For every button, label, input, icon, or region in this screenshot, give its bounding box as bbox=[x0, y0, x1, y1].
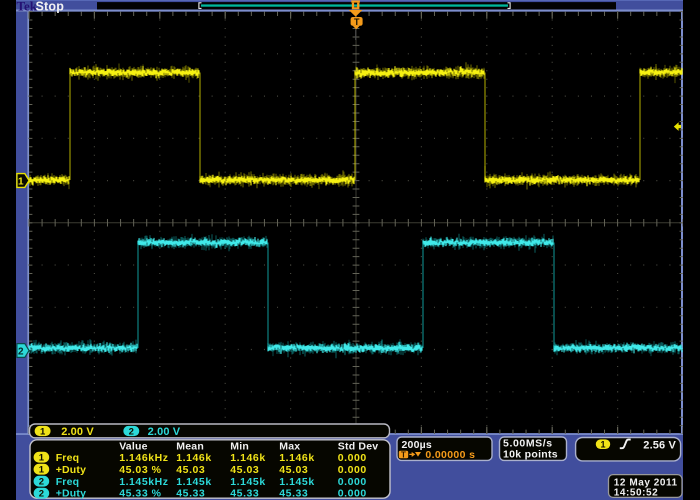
svg-text:1.146k: 1.146k bbox=[279, 452, 314, 464]
svg-text:2.00 V: 2.00 V bbox=[61, 426, 94, 438]
svg-text:10k points: 10k points bbox=[503, 448, 558, 460]
svg-text:Min: Min bbox=[230, 440, 249, 452]
svg-text:45.33: 45.33 bbox=[230, 488, 259, 500]
svg-text:0.00000 s: 0.00000 s bbox=[425, 449, 475, 461]
svg-text:14:50:52: 14:50:52 bbox=[614, 488, 658, 499]
svg-text:1: 1 bbox=[40, 426, 46, 437]
svg-text:Mean: Mean bbox=[176, 440, 204, 452]
svg-text:1.145kHz: 1.145kHz bbox=[119, 476, 168, 488]
svg-text:2.00 V: 2.00 V bbox=[148, 426, 181, 438]
svg-text:0.000: 0.000 bbox=[338, 452, 367, 464]
svg-text:45.03 %: 45.03 % bbox=[119, 464, 161, 476]
svg-text:2: 2 bbox=[129, 426, 134, 437]
svg-text:1.145k: 1.145k bbox=[279, 476, 314, 488]
svg-text:2: 2 bbox=[39, 477, 44, 488]
svg-text:T: T bbox=[354, 17, 360, 27]
svg-text:1: 1 bbox=[600, 439, 605, 449]
svg-text:45.03: 45.03 bbox=[230, 464, 259, 476]
svg-text:Freq: Freq bbox=[56, 452, 80, 464]
svg-text:45.03: 45.03 bbox=[176, 464, 205, 476]
svg-text:45.33: 45.33 bbox=[279, 488, 308, 500]
svg-text:1: 1 bbox=[39, 465, 45, 476]
svg-text:45.33: 45.33 bbox=[176, 488, 205, 500]
svg-text:+Duty: +Duty bbox=[56, 488, 86, 500]
svg-text:45.03: 45.03 bbox=[279, 464, 308, 476]
svg-text:2: 2 bbox=[39, 489, 44, 500]
svg-text:0.000: 0.000 bbox=[338, 464, 367, 476]
svg-text:1.145k: 1.145k bbox=[176, 476, 211, 488]
svg-text:0.000: 0.000 bbox=[338, 476, 367, 488]
svg-text:+Duty: +Duty bbox=[56, 464, 86, 476]
svg-text:1: 1 bbox=[39, 453, 45, 464]
svg-text:1.146k: 1.146k bbox=[176, 452, 211, 464]
svg-text:45.33 %: 45.33 % bbox=[119, 488, 161, 500]
svg-text:Std Dev: Std Dev bbox=[338, 440, 379, 452]
svg-text:1.146kHz: 1.146kHz bbox=[119, 452, 168, 464]
svg-text:1.145k: 1.145k bbox=[230, 476, 265, 488]
svg-text:Max: Max bbox=[279, 440, 300, 452]
svg-text:1: 1 bbox=[18, 176, 24, 187]
svg-text:Value: Value bbox=[119, 440, 147, 452]
svg-text:2.56 V: 2.56 V bbox=[643, 439, 676, 451]
svg-text:1.146k: 1.146k bbox=[230, 452, 265, 464]
svg-text:Freq: Freq bbox=[56, 476, 80, 488]
svg-text:0.000: 0.000 bbox=[338, 488, 367, 500]
svg-text:2: 2 bbox=[18, 346, 24, 357]
svg-text:T: T bbox=[401, 451, 406, 460]
svg-text:Stop: Stop bbox=[36, 0, 65, 13]
